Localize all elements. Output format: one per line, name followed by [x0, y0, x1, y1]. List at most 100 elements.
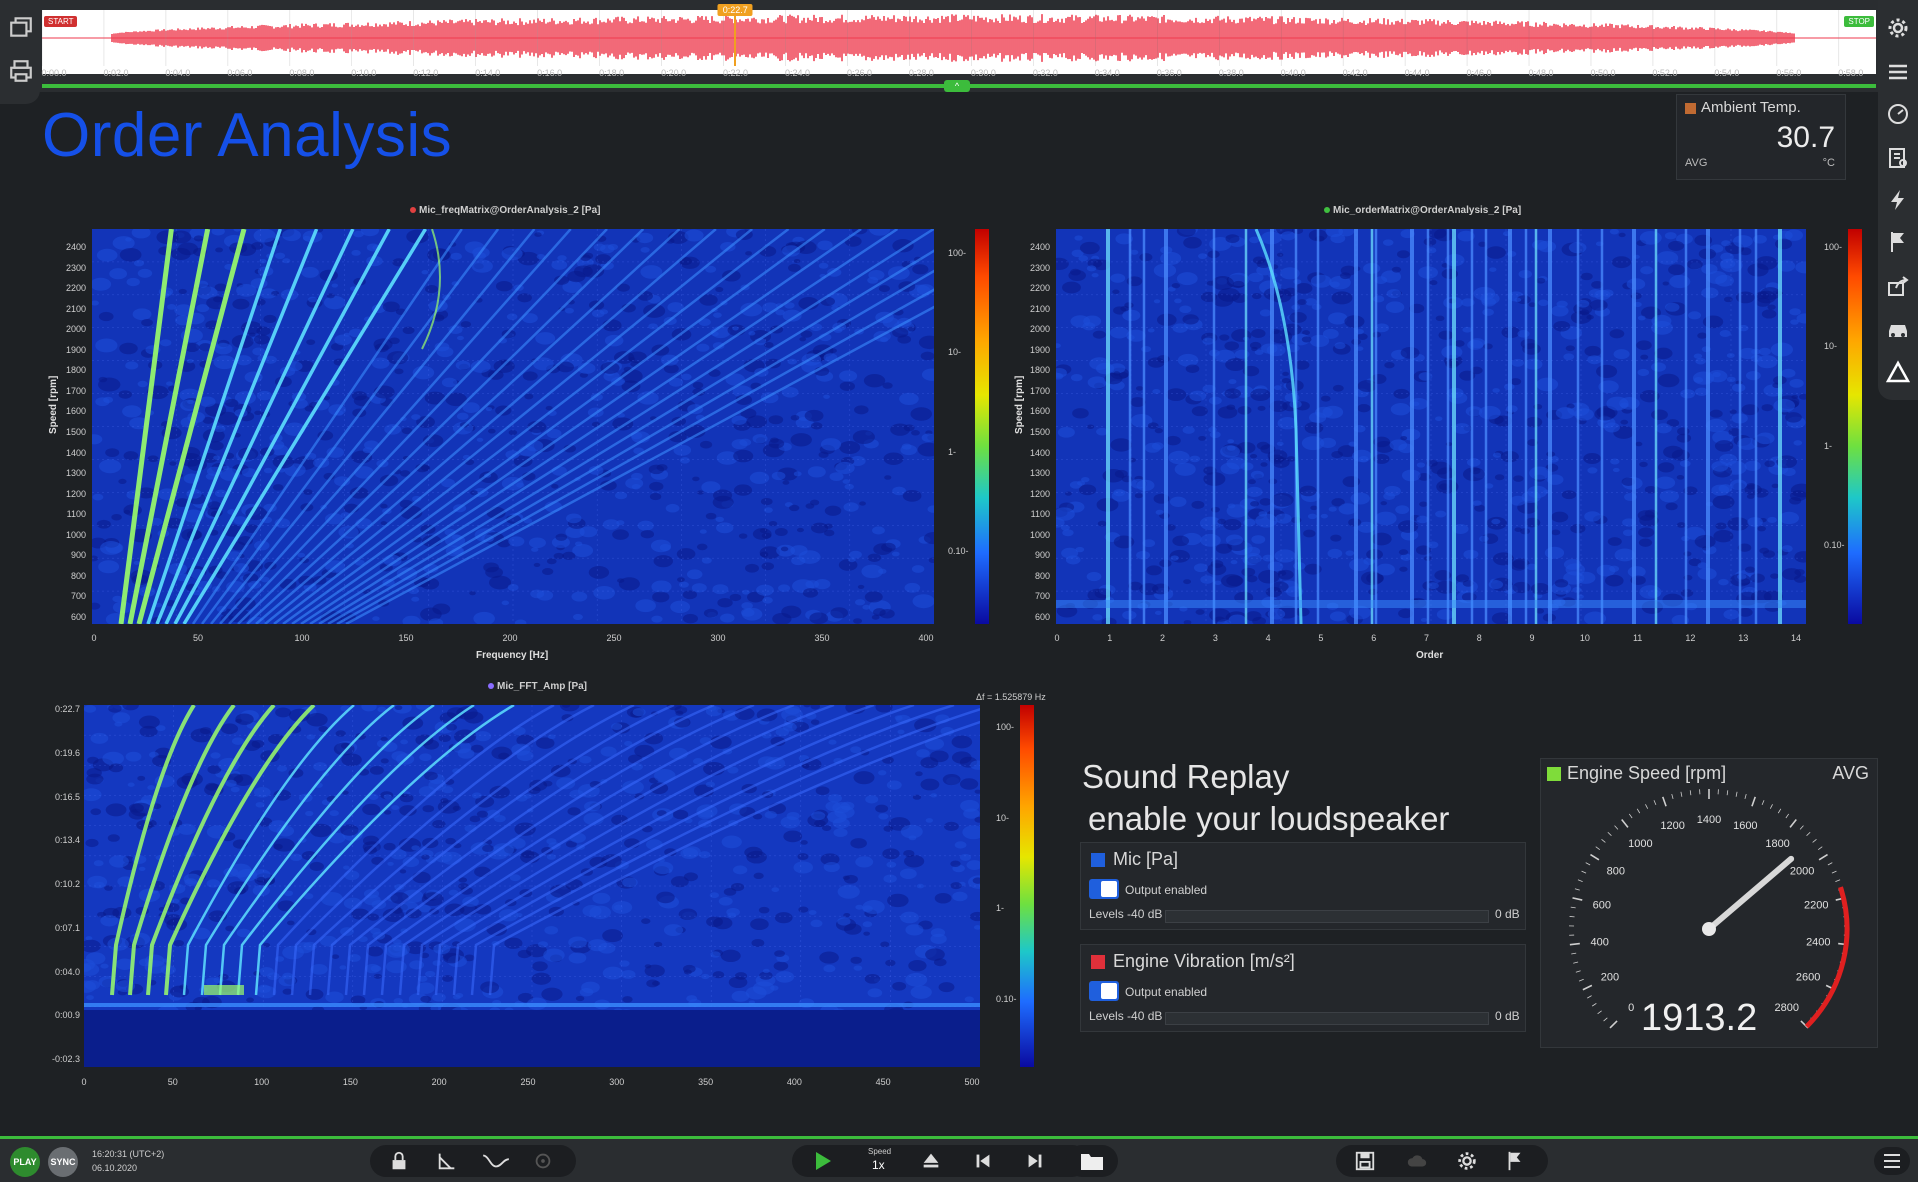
channel-mic: Mic [Pa] Output enabled Levels -40 dB 0 … — [1080, 842, 1526, 930]
cursor-measure-icon[interactable] — [436, 1150, 458, 1172]
gauge-tick-label: 400 — [1591, 936, 1609, 948]
start-flag[interactable]: START — [44, 16, 77, 27]
timeline-tick: 0:38.0 — [1219, 68, 1244, 78]
colorbar-tick: 0.10- — [1824, 540, 1845, 550]
y-tick-label: 1200 — [50, 489, 86, 499]
skip-back-icon[interactable] — [972, 1150, 994, 1172]
fft-colorbar — [1020, 705, 1034, 1067]
colorbar-tick: 100- — [948, 248, 966, 258]
gauge-tick-label: 1200 — [1660, 820, 1684, 832]
order-plot-xlabel: Order — [1416, 650, 1443, 661]
eject-icon[interactable] — [920, 1150, 942, 1172]
skip-forward-icon[interactable] — [1024, 1150, 1046, 1172]
x-tick-label: 400 — [787, 1077, 802, 1087]
open-folder-button[interactable] — [1066, 1145, 1118, 1177]
x-tick-label: 250 — [606, 633, 621, 643]
warning-icon[interactable] — [1886, 360, 1910, 384]
y-tick-label: 1200 — [1014, 489, 1050, 499]
ambient-temp-widget[interactable]: Ambient Temp. 30.7 AVG °C — [1676, 94, 1846, 180]
gear-icon[interactable] — [1886, 16, 1910, 40]
timeline-tick: 0:28.0 — [909, 68, 934, 78]
fft-spectrogram-plot[interactable] — [84, 705, 980, 1067]
x-tick-label: 8 — [1477, 633, 1482, 643]
gauge-icon[interactable] — [1886, 102, 1910, 126]
y-tick-label: 0:16.5 — [44, 792, 80, 802]
flag-icon[interactable] — [1886, 230, 1910, 254]
playback-cursor[interactable] — [734, 14, 736, 66]
order-matrix-plot[interactable] — [1056, 229, 1806, 624]
gauge-tick-label: 2800 — [1775, 1002, 1799, 1014]
timeline-tick: 0:08.0 — [289, 68, 314, 78]
car-icon[interactable] — [1886, 318, 1910, 342]
timeline-tick: 0:48.0 — [1529, 68, 1554, 78]
x-tick-label: 4 — [1266, 633, 1271, 643]
play-status-button[interactable]: PLAY — [10, 1147, 40, 1177]
lock-icon[interactable] — [388, 1150, 410, 1172]
lightning-icon[interactable] — [1886, 188, 1910, 212]
timeline-bar[interactable]: START STOP 0:22.7 0:00.00:02.00:04.00:06… — [0, 0, 1878, 92]
menu-button[interactable] — [1874, 1147, 1910, 1175]
x-tick-label: 350 — [814, 633, 829, 643]
clock-date: 06.10.2020 — [92, 1163, 137, 1173]
stop-flag[interactable]: STOP — [1844, 16, 1874, 27]
order-plot-title: Mic_orderMatrix@OrderAnalysis_2 [Pa] — [1324, 200, 1521, 218]
flag-icon[interactable] — [1504, 1150, 1526, 1172]
timeline-tick: 0:18.0 — [599, 68, 624, 78]
layers-icon[interactable] — [8, 14, 34, 40]
fft-plot-title-text: Mic_FFT_Amp [Pa] — [497, 681, 587, 692]
timeline-tick: 0:16.0 — [537, 68, 562, 78]
play-icon[interactable] — [810, 1149, 834, 1173]
x-tick-label: 150 — [398, 633, 413, 643]
freq-plot-ylabel: Speed [rpm] — [48, 376, 59, 434]
waveform-overview[interactable]: START STOP 0:22.7 — [42, 10, 1876, 74]
x-tick-label: 50 — [193, 633, 203, 643]
print-icon[interactable] — [8, 58, 34, 84]
freq-plot-title-text: Mic_freqMatrix@OrderAnalysis_2 [Pa] — [419, 205, 600, 216]
output-toggle[interactable] — [1089, 981, 1119, 1001]
timeline-tick: 0:58.0 — [1838, 68, 1863, 78]
y-tick-label: 1800 — [50, 365, 86, 375]
bottom-control-bar: PLAY SYNC 16:20:31 (UTC+2) 06.10.2020 Sp… — [0, 1136, 1918, 1182]
speed-value[interactable]: 1x — [872, 1158, 885, 1172]
ambient-color-swatch — [1685, 103, 1696, 114]
analysis-tools-group — [370, 1145, 576, 1177]
file-tools-group — [1336, 1145, 1548, 1177]
colorbar-tick: 0.10- — [996, 994, 1017, 1004]
engine-speed-gauge-panel[interactable]: Engine Speed [rpm] AVG 02004006008001000… — [1540, 758, 1878, 1048]
curve-icon[interactable] — [480, 1150, 512, 1172]
timeline-tick: 0:44.0 — [1405, 68, 1430, 78]
y-tick-label: 1900 — [50, 345, 86, 355]
report-icon[interactable] — [1886, 146, 1910, 170]
timeline-tick: 0:24.0 — [785, 68, 810, 78]
collapse-handle[interactable]: ^ — [944, 80, 970, 92]
right-toolbar — [1878, 0, 1918, 400]
colorbar-tick: 100- — [996, 722, 1014, 732]
timeline-tick: 0:42.0 — [1343, 68, 1368, 78]
y-tick-label: 1400 — [50, 448, 86, 458]
ambient-label: Ambient Temp. — [1701, 99, 1801, 116]
y-tick-label: 2400 — [50, 242, 86, 252]
x-tick-label: 0 — [81, 1077, 86, 1087]
export-icon[interactable] — [1886, 274, 1910, 298]
speed-label: Speed — [868, 1147, 891, 1156]
gauge-tick-label: 800 — [1607, 865, 1625, 877]
y-tick-label: 2200 — [1014, 283, 1050, 293]
x-tick-label: 12 — [1685, 633, 1695, 643]
gauge-hub — [1702, 922, 1716, 936]
timeline-tick: 0:20.0 — [661, 68, 686, 78]
settings-icon[interactable] — [1456, 1150, 1478, 1172]
levels-max: 0 dB — [1495, 1009, 1520, 1023]
save-icon[interactable] — [1354, 1150, 1376, 1172]
output-toggle[interactable] — [1089, 879, 1119, 899]
freq-matrix-plot[interactable] — [92, 229, 934, 624]
order-colorbar — [1848, 229, 1862, 624]
fft-spectrogram — [84, 705, 980, 1067]
order-plot-ylabel: Speed [rpm] — [1014, 376, 1025, 434]
x-tick-label: 450 — [876, 1077, 891, 1087]
target-icon[interactable] — [532, 1150, 554, 1172]
cloud-icon[interactable] — [1406, 1150, 1428, 1172]
list-icon[interactable] — [1886, 60, 1910, 84]
sync-status-button[interactable]: SYNC — [48, 1147, 78, 1177]
freq-plot-title: Mic_freqMatrix@OrderAnalysis_2 [Pa] — [410, 200, 600, 218]
gauge-stat: AVG — [1832, 763, 1869, 784]
